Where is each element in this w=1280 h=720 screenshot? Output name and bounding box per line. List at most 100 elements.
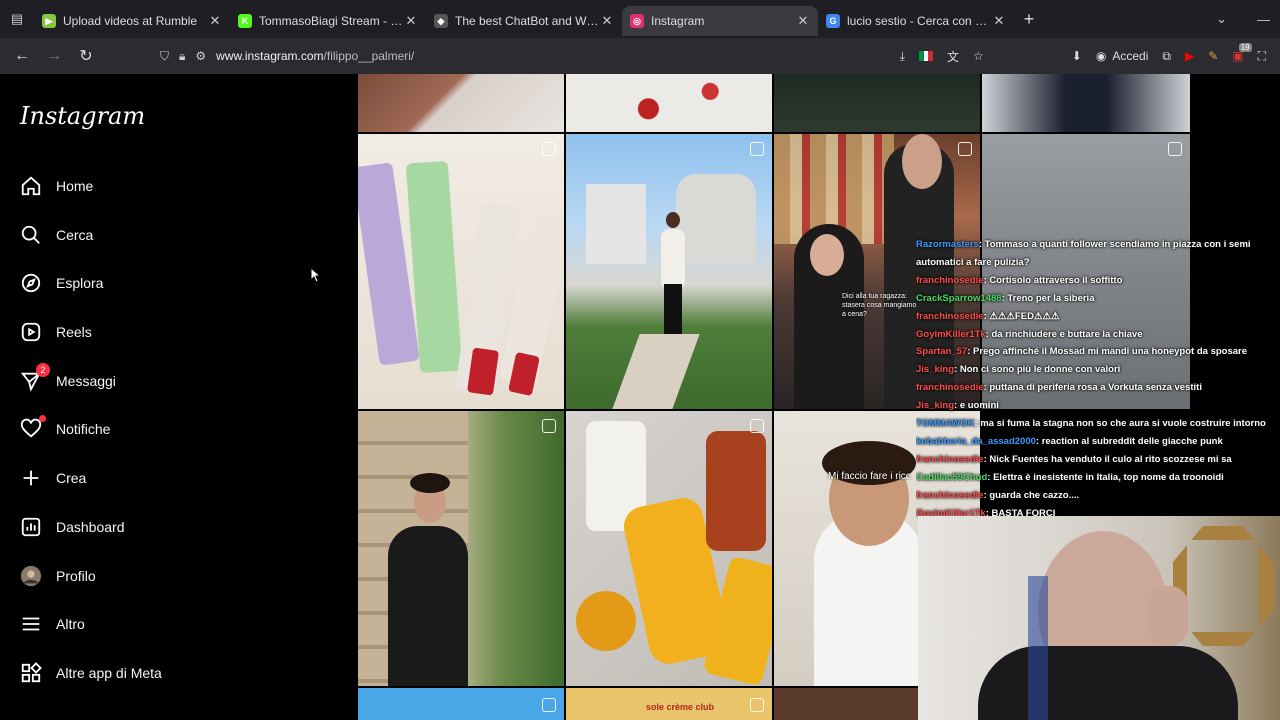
sidebar-item-messaggi[interactable]: 2 Messaggi — [20, 363, 116, 395]
sidebar-item-crea[interactable]: Crea — [20, 464, 86, 492]
tab-favicon-icon: ▶ — [42, 14, 56, 28]
chat-message: Jis_king: e uomini — [916, 397, 1280, 415]
sidebar-item-label: Esplora — [56, 275, 104, 291]
chat-message: Cadillac59Chud: Elettra è inesistente in… — [916, 469, 1280, 487]
reels-icon — [20, 321, 42, 343]
sign-in-button[interactable]: ◉ Accedi — [1096, 49, 1149, 63]
streamer-webcam — [918, 516, 1280, 720]
chat-username: Jis_king — [916, 400, 955, 412]
extension-icon[interactable]: ✎ — [1208, 49, 1218, 63]
chat-message: franchinosedie: Cortisolo attraverso il … — [916, 272, 1280, 290]
crop-icon[interactable]: ⛶ — [1258, 49, 1266, 64]
forward-icon[interactable]: → — [38, 47, 70, 65]
chat-text: : puttana di periferia rosa a Vorkuta se… — [983, 382, 1202, 394]
sidebar-item-label: Altro — [56, 616, 85, 632]
tab-favicon-icon: ◎ — [630, 14, 644, 28]
site-settings-icon[interactable]: ⚙︎ — [195, 49, 206, 63]
sidebar-item-label: Dashboard — [56, 519, 125, 535]
post-thumbnail[interactable] — [566, 411, 772, 686]
italian-flag-icon[interactable] — [919, 51, 934, 61]
post-thumbnail[interactable] — [566, 74, 772, 132]
close-tab-icon[interactable]: ✕ — [208, 13, 222, 29]
browser-tab[interactable]: ▶ Upload videos at Rumble ✕ — [34, 6, 230, 36]
chat-text: : ⚠⚠⚠FED⚠⚠⚠ — [983, 310, 1060, 322]
tab-title: TommasoBiagi Stream - Watch — [259, 14, 404, 28]
new-tab-button[interactable]: + — [1014, 9, 1044, 30]
avatar-icon — [20, 565, 42, 587]
browser-tab[interactable]: ◎ Instagram ✕ — [622, 6, 818, 36]
instagram-logo[interactable]: Instagram — [20, 102, 145, 130]
tab-title: Upload videos at Rumble — [63, 14, 198, 28]
tab-list-icon[interactable]: ▤ — [0, 0, 34, 38]
close-tab-icon[interactable]: ✕ — [992, 13, 1006, 29]
post-thumbnail[interactable]: sole crème club — [566, 688, 772, 720]
back-icon[interactable]: ← — [6, 47, 38, 65]
youtube-extension-icon[interactable]: ▶ — [1185, 49, 1194, 63]
sidebar-item-label: Notifiche — [56, 421, 111, 437]
chat-message: franchinosedie: puttana di periferia ros… — [916, 379, 1280, 397]
browser-tab[interactable]: Glucio sestio - Cerca con Google✕ — [818, 6, 1014, 36]
close-tab-icon[interactable]: ✕ — [796, 13, 810, 29]
translate-icon[interactable]: 文 — [947, 48, 959, 65]
compass-icon — [20, 272, 42, 294]
notification-dot — [39, 415, 46, 422]
chat-message: Razormasters: Tommaso a quanti follower … — [916, 236, 1280, 272]
chat-message: franchinosedie: guarda che cazzo.... — [916, 487, 1280, 505]
bookmark-star-icon[interactable]: ☆ — [973, 49, 984, 63]
post-thumbnail[interactable] — [774, 74, 980, 132]
reel-icon — [750, 419, 764, 433]
chat-username: CrackSparrow1488 — [916, 292, 1002, 304]
menu-icon — [20, 613, 42, 635]
heart-icon — [20, 415, 46, 440]
post-thumbnail[interactable] — [358, 411, 564, 686]
lock-icon[interactable]: 🔒︎ — [179, 49, 185, 64]
extension-badge-icon[interactable]: ▣ 19 — [1232, 43, 1252, 63]
chat-text: : Elettra è inesistente in Italia, top n… — [987, 471, 1224, 483]
minimize-icon[interactable]: — — [1257, 12, 1270, 27]
sidebar-item-profilo[interactable]: Profilo — [20, 562, 96, 590]
chat-username: Razormasters — [916, 239, 979, 250]
chat-text: : e uomini — [954, 400, 999, 412]
sidebar-item-altre-app-di-meta[interactable]: Altre app di Meta — [20, 659, 162, 687]
post-thumbnail[interactable] — [358, 74, 564, 132]
post-thumbnail[interactable] — [982, 74, 1190, 132]
sidebar-item-label: Profilo — [56, 568, 96, 584]
reload-icon[interactable]: ↻ — [70, 46, 102, 66]
chat-username: GoyimKiller1Tk — [916, 328, 986, 340]
sidebar-item-dashboard[interactable]: Dashboard — [20, 513, 125, 541]
sidebar-item-cerca[interactable]: Cerca — [20, 221, 93, 249]
reel-icon — [750, 142, 764, 156]
url-text[interactable]: www.instagram.com/filippo__palmeri/ — [216, 49, 414, 63]
chat-username: Jis_king — [916, 364, 955, 376]
post-thumbnail[interactable] — [358, 688, 564, 720]
post-thumbnail[interactable] — [566, 134, 772, 409]
close-tab-icon[interactable]: ✕ — [404, 13, 418, 29]
search-icon — [20, 224, 42, 246]
shield-icon[interactable]: ⛉ — [160, 49, 169, 64]
address-bar[interactable]: ⛉ 🔒︎ ⚙︎ www.instagram.com/filippo__palme… — [160, 42, 860, 70]
sidebar-item-altro[interactable]: Altro — [20, 610, 85, 638]
tab-favicon-icon: G — [826, 14, 840, 28]
reel-icon — [1168, 142, 1182, 156]
chat-message: franchinosedie: ⚠⚠⚠FED⚠⚠⚠ — [916, 308, 1280, 326]
install-app-icon[interactable]: ⤓ — [900, 49, 905, 64]
chat-username: franchinosedie — [916, 489, 984, 501]
close-tab-icon[interactable]: ✕ — [600, 13, 614, 29]
sidebar-item-reels[interactable]: Reels — [20, 318, 92, 346]
tab-overflow-chevron-icon[interactable]: ⌄ — [1216, 11, 1227, 27]
chat-message: franchinosedie: Nick Fuentes ha venduto … — [916, 451, 1280, 469]
download-icon[interactable]: ⬇ — [1072, 49, 1082, 63]
browser-tab[interactable]: K TommasoBiagi Stream - Watch✕ — [230, 6, 426, 36]
chat-text: : da rinchiudere e buttare la chiave — [985, 328, 1143, 340]
messenger-icon: 2 — [20, 363, 50, 392]
sidebar-item-label: Crea — [56, 470, 87, 486]
post-thumbnail[interactable] — [358, 134, 564, 409]
post-overlay-text: sole crème club — [646, 702, 715, 712]
sidebar-item-home[interactable]: Home — [20, 172, 93, 200]
sidebar-item-label: Reels — [56, 324, 92, 340]
extensions-icon[interactable]: ⧉ — [1162, 49, 1171, 64]
chat-message: kebabberia_da_assad2000: reaction al sub… — [916, 433, 1280, 451]
browser-tab[interactable]: ◆ The best ChatBot and Widgets✕ — [426, 6, 622, 36]
sidebar-item-esplora[interactable]: Esplora — [20, 269, 103, 297]
sidebar-item-notifiche[interactable]: Notifiche — [20, 415, 110, 443]
